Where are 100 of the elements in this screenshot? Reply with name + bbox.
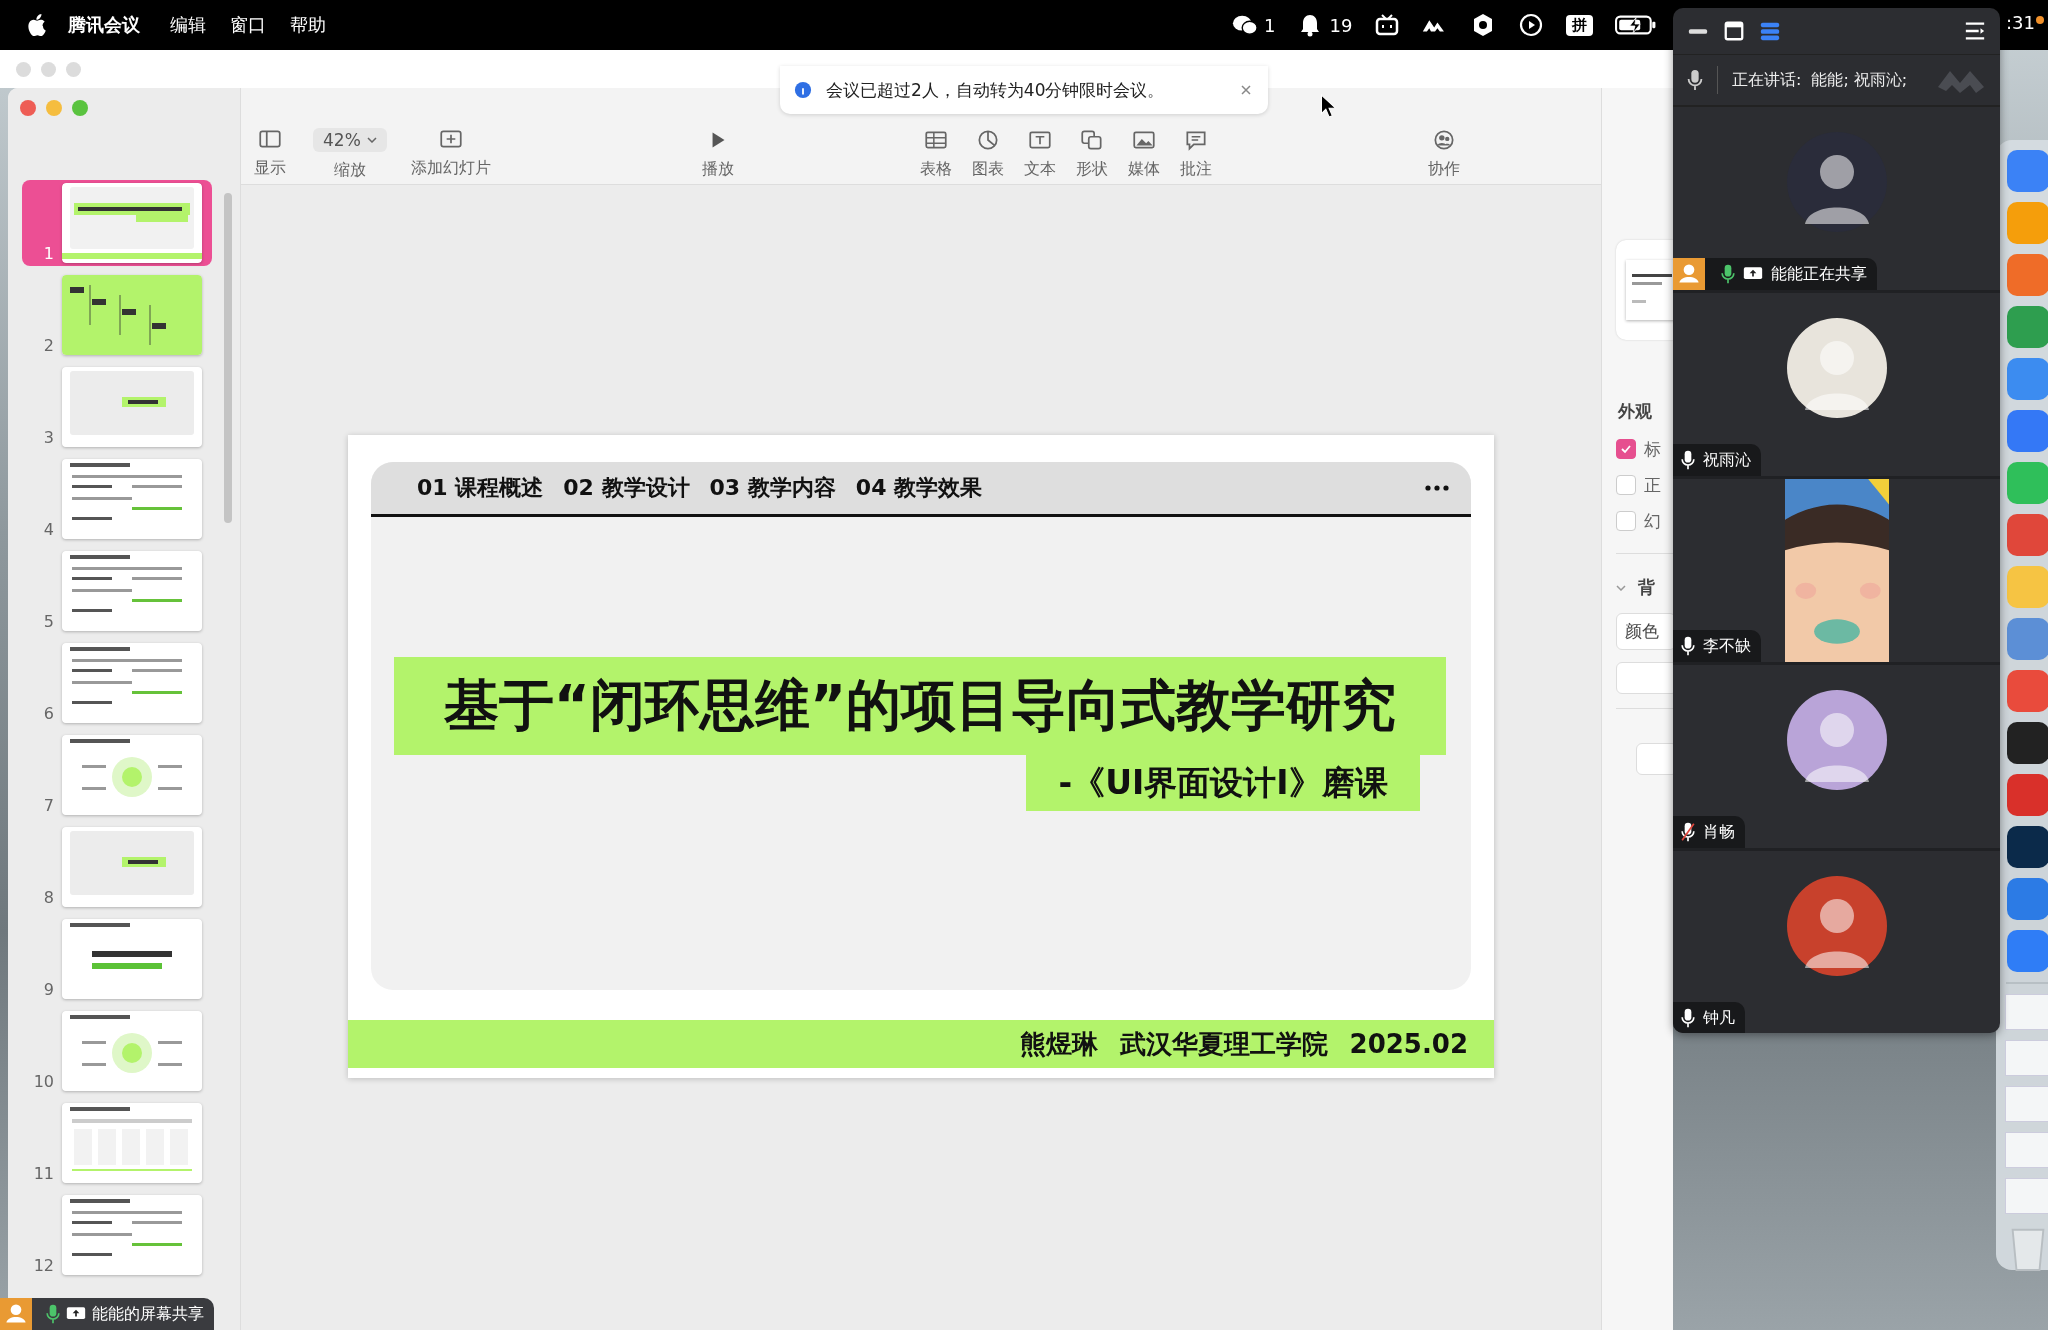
- cursor-icon: [1320, 94, 1336, 118]
- minimize-button[interactable]: [46, 100, 62, 116]
- slide-list-item[interactable]: 11: [22, 1100, 212, 1186]
- slide-thumbnail[interactable]: [62, 1011, 202, 1091]
- color-button[interactable]: 颜色: [1616, 613, 1673, 650]
- checkbox[interactable]: [1616, 511, 1636, 531]
- toolbar-button[interactable]: 显示: [251, 127, 289, 181]
- slide-number: 10: [32, 1073, 55, 1091]
- menu-item[interactable]: 窗口: [230, 13, 266, 37]
- slide-list-item[interactable]: 8: [22, 824, 212, 910]
- toolbar-button[interactable]: 图表: [968, 128, 1007, 180]
- slide-list-item[interactable]: 1: [22, 180, 212, 266]
- notification-count: 19: [1329, 14, 1353, 36]
- nav-label: 03 教学内容: [709, 474, 836, 502]
- status-dot: [2036, 16, 2044, 24]
- slide-number: 12: [32, 1257, 55, 1275]
- participant-name: 钟凡: [1703, 1007, 1735, 1029]
- window-thumbnail[interactable]: [2005, 1178, 2048, 1214]
- slide-list-item[interactable]: 7: [22, 732, 212, 818]
- checkbox-label: 标: [1644, 437, 1661, 461]
- slide-list-item[interactable]: 9: [22, 916, 212, 1002]
- input-field[interactable]: [1636, 743, 1673, 775]
- window-thumbnail[interactable]: [2005, 1040, 2048, 1076]
- app-menu[interactable]: 腾讯会议: [68, 13, 140, 37]
- slide-list-item[interactable]: 10: [22, 1008, 212, 1094]
- window-thumbnail[interactable]: [2005, 994, 2048, 1030]
- slide-thumbnail[interactable]: [62, 827, 202, 907]
- toolbar-button[interactable]: 媒体: [1124, 128, 1163, 180]
- section-heading: 背: [1638, 576, 1655, 599]
- toolbar-button[interactable]: 表格: [916, 128, 955, 180]
- slide-thumbnail[interactable]: [62, 919, 202, 999]
- zoom-dropdown[interactable]: 42%: [313, 127, 387, 152]
- more-icon: [1425, 485, 1449, 491]
- close-icon[interactable]: [1240, 84, 1252, 96]
- slide-thumbnail[interactable]: [62, 183, 202, 263]
- footer-text: 武汉华夏理工学院: [1119, 1027, 1328, 1061]
- menu-item[interactable]: 编辑: [170, 13, 206, 37]
- input-field[interactable]: [1616, 662, 1673, 694]
- checkbox[interactable]: [1616, 439, 1636, 459]
- input-method-indicator[interactable]: 拼: [1566, 14, 1594, 36]
- slide-thumbnail[interactable]: [62, 643, 202, 723]
- slide-number: 4: [42, 521, 55, 539]
- shape-icon: [1078, 128, 1105, 151]
- slide-thumbnail[interactable]: [62, 551, 202, 631]
- chevron-icon[interactable]: [1616, 584, 1626, 591]
- window-thumbnail[interactable]: [2005, 1132, 2048, 1168]
- checkbox[interactable]: [1616, 475, 1636, 495]
- slide-list-item[interactable]: 4: [22, 456, 212, 542]
- toolbar-button[interactable]: 添加幻灯片: [410, 127, 491, 181]
- chevron-icon: [366, 136, 377, 143]
- slide-thumbnail[interactable]: [62, 367, 202, 447]
- menu-icon[interactable]: [1964, 20, 1986, 42]
- toolbar-button[interactable]: 42% 缩放: [313, 127, 387, 181]
- slide-number: 11: [32, 1165, 55, 1183]
- slide-number: 2: [42, 337, 55, 355]
- battery-icon[interactable]: [1615, 14, 1658, 36]
- play-icon[interactable]: [1518, 13, 1545, 37]
- slide-canvas[interactable]: 01 课程概述 02 教学设计 03 教学内容 04 教学效果 基于“闭环思维”的项目导向式教学研究 -《UI界面设计I》磨课 熊煜琳 武汉华夏理工学院 2025.02: [348, 435, 1494, 1078]
- checkbox-label: 正: [1644, 473, 1661, 497]
- slide-subtitle: -《UI界面设计I》磨课: [1026, 755, 1420, 811]
- close-button[interactable]: [20, 100, 36, 116]
- microphone-icon[interactable]: [1687, 69, 1703, 91]
- slide-list-item[interactable]: 3: [22, 364, 212, 450]
- toolbar-button[interactable]: 形状: [1072, 128, 1111, 180]
- window-icon[interactable]: [1723, 20, 1745, 42]
- info-icon: [794, 81, 812, 99]
- scrollbar[interactable]: [224, 193, 232, 523]
- slide-list-item[interactable]: 12: [22, 1192, 212, 1278]
- app-icon[interactable]: [2007, 826, 2048, 868]
- toolbar-button[interactable]: 批注: [1176, 128, 1215, 180]
- slide-number: 6: [42, 705, 55, 723]
- slide-list-item[interactable]: 2: [22, 272, 212, 358]
- tv-icon[interactable]: [1374, 13, 1401, 37]
- notification-text: 会议已超过2人，自动转为40分钟限时会议。: [826, 78, 1165, 102]
- clock: :31: [2006, 12, 2035, 33]
- participant-name: 李不缺: [1703, 635, 1751, 657]
- app-icon[interactable]: [2007, 722, 2048, 764]
- toolbar-button[interactable]: 播放: [698, 128, 737, 180]
- slide-thumbnail[interactable]: [62, 459, 202, 539]
- slide-thumbnail[interactable]: [62, 1195, 202, 1275]
- slide-thumbnail[interactable]: [62, 1103, 202, 1183]
- slide-title: 基于“闭环思维”的项目导向式教学研究: [394, 657, 1446, 755]
- section-heading: 外观: [1618, 400, 1653, 423]
- slide-list-item[interactable]: 6: [22, 640, 212, 726]
- chat-icon[interactable]: [1232, 13, 1258, 37]
- toolbar-button[interactable]: 协作: [1424, 128, 1463, 180]
- zoom-button[interactable]: [72, 100, 88, 116]
- slide-number: 7: [42, 797, 55, 815]
- slide-thumbnail[interactable]: [62, 275, 202, 355]
- window-thumbnail[interactable]: [2005, 1086, 2048, 1122]
- toolbar-button[interactable]: 文本: [1020, 128, 1059, 180]
- slide-number: 5: [42, 613, 55, 631]
- share-label: 能能的屏幕共享: [92, 1303, 204, 1325]
- document-preview[interactable]: [1616, 240, 1673, 340]
- slide-thumbnail[interactable]: [62, 735, 202, 815]
- slide-list-item[interactable]: 5: [22, 548, 212, 634]
- footer-text: 熊煜琳: [1019, 1027, 1098, 1061]
- menu-item[interactable]: 帮助: [290, 13, 326, 37]
- apple-icon[interactable]: [26, 13, 46, 37]
- list-view-icon[interactable]: [1759, 20, 1781, 42]
